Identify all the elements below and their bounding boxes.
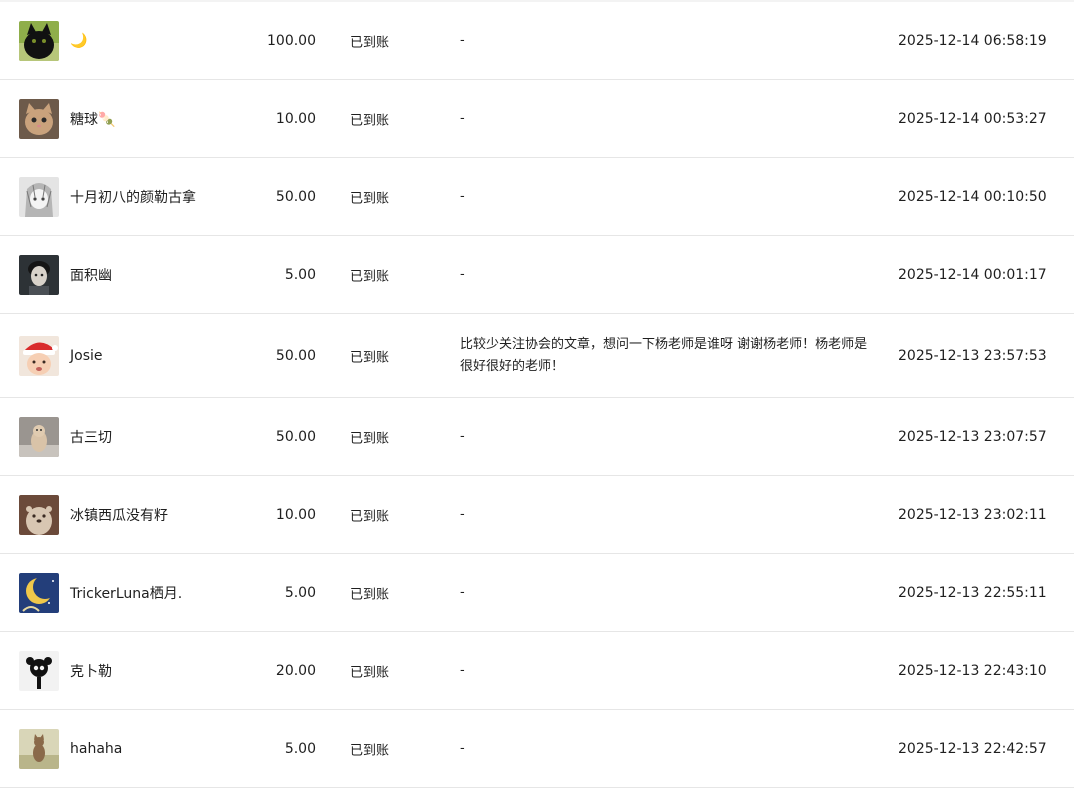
- donation-time: 2025-12-14 00:53:27: [898, 110, 1047, 127]
- anime-sketch-avatar-icon[interactable]: [19, 176, 59, 217]
- list-item: 冰镇西瓜没有籽 10.00 已到账 - 2025-12-13 23:02:11: [0, 476, 1074, 554]
- donor-name: 糖球🍡: [70, 111, 116, 128]
- donation-amount: 5.00: [284, 266, 316, 283]
- donation-time: 2025-12-14 06:58:19: [898, 32, 1047, 49]
- status-text: 已到账: [350, 191, 390, 206]
- list-item: 十月初八的颜勒古拿 50.00 已到账 - 2025-12-14 00:10:5…: [0, 158, 1074, 236]
- list-item: 古三切 50.00 已到账 - 2025-12-13 23:07:57: [0, 398, 1074, 476]
- status-text: 已到账: [350, 665, 390, 680]
- list-item: Josie 50.00 已到账 比较少关注协会的文章，想问一下杨老师是谁呀 谢谢…: [0, 314, 1074, 398]
- donation-time: 2025-12-13 22:55:11: [898, 584, 1047, 601]
- list-item: 🌙 100.00 已到账 - 2025-12-14 06:58:19: [0, 2, 1074, 80]
- donor-name: 古三切: [70, 429, 112, 446]
- donation-amount: 50.00: [275, 428, 316, 445]
- donation-amount: 50.00: [275, 188, 316, 205]
- donation-message: -: [460, 506, 465, 522]
- status-text: 已到账: [350, 743, 390, 758]
- list-item: TrickerLuna栖月. 5.00 已到账 - 2025-12-13 22:…: [0, 554, 1074, 632]
- donation-message: -: [460, 584, 465, 600]
- donation-time: 2025-12-13 22:42:57: [898, 740, 1047, 757]
- donation-message: -: [460, 266, 465, 282]
- donation-amount: 10.00: [275, 506, 316, 523]
- donation-amount: 5.00: [284, 740, 316, 757]
- status-text: 已到账: [350, 35, 390, 50]
- crescent-moon-avatar-icon[interactable]: [19, 572, 59, 613]
- donation-time: 2025-12-13 23:07:57: [898, 428, 1047, 445]
- status-text: 已到账: [350, 113, 390, 128]
- donor-name: 🌙: [70, 32, 88, 49]
- donation-message: -: [460, 662, 465, 678]
- cat-photo-avatar-icon[interactable]: [19, 416, 59, 457]
- donation-time: 2025-12-14 00:01:17: [898, 266, 1047, 283]
- black-cat-avatar-icon[interactable]: [19, 20, 59, 61]
- donor-name: 十月初八的颜勒古拿: [70, 189, 196, 206]
- status-text: 已到账: [350, 431, 390, 446]
- portrait-avatar-icon[interactable]: [19, 254, 59, 295]
- list-item: 面积幽 5.00 已到账 - 2025-12-14 00:01:17: [0, 236, 1074, 314]
- donation-message: -: [460, 110, 465, 126]
- status-text: 已到账: [350, 269, 390, 284]
- donation-message: -: [460, 188, 465, 204]
- donor-name: 面积幽: [70, 267, 112, 284]
- donation-list: 🌙 100.00 已到账 - 2025-12-14 06:58:19 糖球🍡 1…: [0, 2, 1074, 788]
- donor-name: TrickerLuna栖月.: [70, 585, 183, 602]
- donation-time: 2025-12-13 23:57:53: [898, 347, 1047, 364]
- donation-amount: 100.00: [267, 32, 316, 49]
- list-item: hahaha 5.00 已到账 - 2025-12-13 22:42:57: [0, 710, 1074, 788]
- donation-time: 2025-12-13 23:02:11: [898, 506, 1047, 523]
- donation-amount: 20.00: [275, 662, 316, 679]
- donation-message: 比较少关注协会的文章，想问一下杨老师是谁呀 谢谢杨老师！杨老师是很好很好的老师！: [460, 336, 868, 374]
- list-item: 克卜勒 20.00 已到账 - 2025-12-13 22:43:10: [0, 632, 1074, 710]
- otter-avatar-icon[interactable]: [19, 494, 59, 535]
- status-text: 已到账: [350, 350, 390, 365]
- status-text: 已到账: [350, 587, 390, 602]
- baby-santa-avatar-icon[interactable]: [19, 335, 59, 376]
- donor-name: hahaha: [70, 740, 123, 757]
- donation-time: 2025-12-14 00:10:50: [898, 188, 1047, 205]
- donation-amount: 5.00: [284, 584, 316, 601]
- donor-name: 克卜勒: [70, 663, 112, 680]
- status-text: 已到账: [350, 509, 390, 524]
- cat-outdoor-avatar-icon[interactable]: [19, 728, 59, 769]
- donation-amount: 10.00: [275, 110, 316, 127]
- silhouette-avatar-icon[interactable]: [19, 650, 59, 691]
- donation-message: -: [460, 740, 465, 756]
- list-item: 糖球🍡 10.00 已到账 - 2025-12-14 00:53:27: [0, 80, 1074, 158]
- donor-name: 冰镇西瓜没有籽: [70, 507, 168, 524]
- donor-name: Josie: [70, 347, 103, 364]
- donation-amount: 50.00: [275, 347, 316, 364]
- donation-time: 2025-12-13 22:43:10: [898, 662, 1047, 679]
- donation-message: -: [460, 32, 465, 48]
- kitten-avatar-icon[interactable]: [19, 98, 59, 139]
- donation-message: -: [460, 428, 465, 444]
